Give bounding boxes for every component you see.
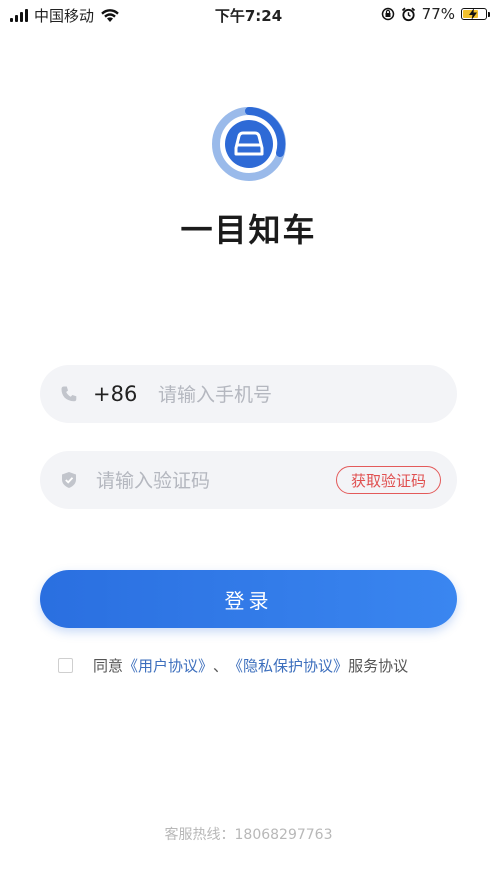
battery-icon bbox=[461, 8, 490, 20]
user-agreement-link[interactable]: 《用户协议》 bbox=[123, 655, 213, 676]
battery-percent: 77% bbox=[421, 5, 455, 23]
get-code-button[interactable]: 获取验证码 bbox=[335, 466, 441, 494]
status-right: 77% bbox=[381, 5, 490, 23]
agreement-row: 同意 《用户协议》 、 《隐私保护协议》 服务协议 bbox=[58, 655, 408, 676]
privacy-agreement-link[interactable]: 《隐私保护协议》 bbox=[228, 655, 348, 676]
country-code[interactable]: +86 bbox=[93, 382, 137, 406]
rotation-lock-icon bbox=[381, 7, 394, 21]
status-bar: 中国移动 下午7:24 77% bbox=[0, 0, 497, 30]
phone-field[interactable]: +86 bbox=[40, 365, 457, 423]
code-field[interactable]: 获取验证码 bbox=[40, 451, 457, 509]
phone-input[interactable] bbox=[156, 379, 440, 411]
agreement-prefix: 同意 bbox=[93, 657, 124, 675]
agreement-separator: 、 bbox=[213, 657, 229, 675]
alarm-icon bbox=[401, 7, 415, 21]
app-logo-icon bbox=[212, 107, 286, 181]
login-button[interactable]: 登录 bbox=[40, 570, 457, 628]
agreement-checkbox[interactable] bbox=[58, 658, 73, 673]
app-title: 一目知车 bbox=[180, 211, 317, 249]
agreement-suffix: 服务协议 bbox=[348, 657, 409, 675]
shield-icon bbox=[62, 472, 76, 488]
service-hotline[interactable]: 客服热线：18068297763 bbox=[0, 824, 497, 844]
phone-icon bbox=[61, 386, 77, 402]
code-input[interactable] bbox=[94, 465, 318, 497]
